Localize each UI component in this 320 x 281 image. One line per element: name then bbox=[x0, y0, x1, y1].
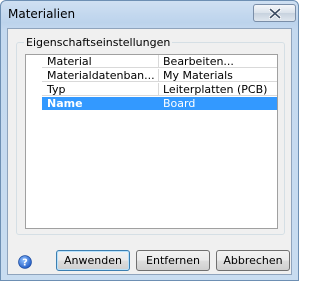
property-settings-group: Eigenschaftseinstellungen Material Bearb… bbox=[16, 36, 285, 235]
remove-button[interactable]: Entfernen bbox=[136, 250, 210, 271]
help-icon[interactable]: ? bbox=[18, 255, 32, 269]
property-value[interactable]: Bearbeiten... bbox=[159, 55, 277, 68]
property-name: Material bbox=[42, 55, 159, 68]
apply-button[interactable]: Anwenden bbox=[56, 250, 130, 271]
close-icon bbox=[269, 8, 281, 19]
title-bar[interactable]: Materialien bbox=[1, 1, 298, 27]
property-value[interactable]: Leiterplatten (PCB) bbox=[159, 83, 277, 96]
dialog-client-area: Eigenschaftseinstellungen Material Bearb… bbox=[7, 28, 292, 275]
svg-text:?: ? bbox=[22, 258, 28, 269]
window-title: Materialien bbox=[8, 7, 76, 21]
property-row-name[interactable]: Name Board bbox=[26, 97, 277, 111]
close-button[interactable] bbox=[253, 4, 296, 22]
property-row-type[interactable]: Typ Leiterplatten (PCB) bbox=[26, 83, 277, 97]
property-grid[interactable]: Material Bearbeiten... Materialdatenban.… bbox=[25, 54, 278, 229]
cancel-button[interactable]: Abbrechen bbox=[216, 250, 290, 271]
property-row-material[interactable]: Material Bearbeiten... bbox=[26, 55, 277, 69]
property-row-material-database[interactable]: Materialdatenban... My Materials bbox=[26, 69, 277, 83]
property-name: Name bbox=[42, 97, 159, 110]
property-value[interactable]: My Materials bbox=[159, 69, 277, 82]
group-title: Eigenschaftseinstellungen bbox=[24, 36, 173, 49]
property-name: Typ bbox=[42, 83, 159, 96]
property-value[interactable]: Board bbox=[159, 97, 277, 110]
dialog-window: Materialien Eigenschaftseinstellungen Ma… bbox=[0, 0, 299, 281]
property-name: Materialdatenban... bbox=[42, 69, 159, 82]
